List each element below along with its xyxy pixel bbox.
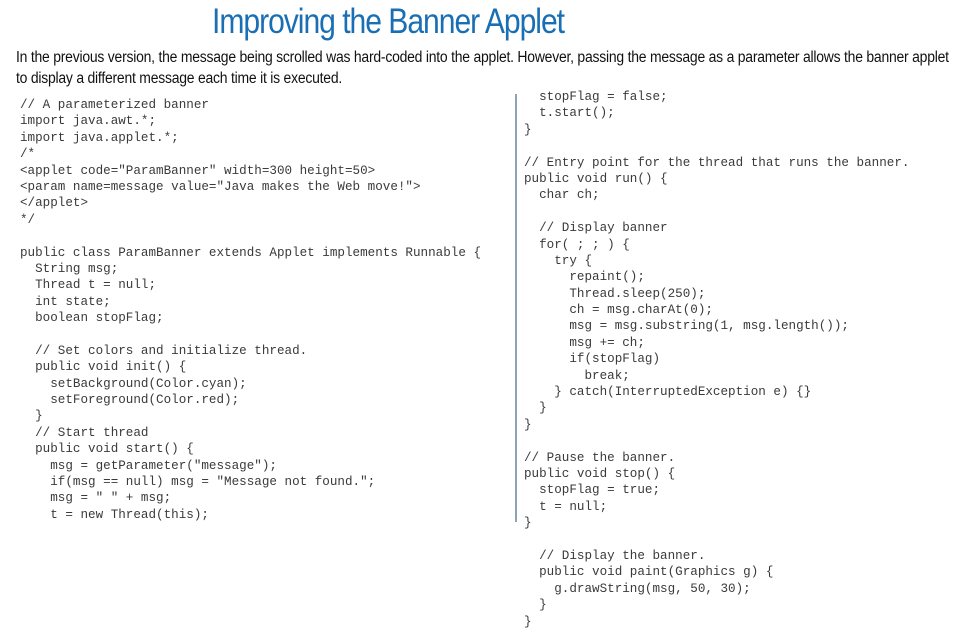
code-line: Thread t = null; — [20, 278, 157, 293]
code-line: break; — [524, 368, 630, 383]
code-line: */ — [20, 212, 36, 227]
code-line: import java.awt.*; — [20, 114, 157, 129]
code-line: public void run() { — [524, 171, 668, 186]
code-line: int state; — [20, 294, 111, 309]
code-line: repaint(); — [524, 270, 645, 285]
code-line: if(msg == null) msg = "Message not found… — [20, 474, 376, 489]
code-line: } — [524, 598, 547, 613]
code-line: boolean stopFlag; — [20, 311, 164, 326]
code-line: import java.applet.*; — [20, 130, 179, 145]
slide-title: Improving the Banner Applet — [212, 2, 565, 41]
code-listing-left: // A parameterized banner import java.awt… — [20, 97, 481, 523]
code-line: // Pause the banner. — [524, 450, 676, 465]
code-line: </applet> — [20, 196, 89, 211]
code-line: t = null; — [524, 499, 608, 514]
code-line: // Display banner — [524, 221, 668, 236]
code-line: ch = msg.charAt(0); — [524, 303, 713, 318]
code-line: setBackground(Color.cyan); — [20, 376, 247, 391]
code-line: try { — [524, 253, 593, 268]
code-line: } — [524, 417, 532, 432]
code-line: t.start(); — [524, 106, 615, 121]
code-line: // A parameterized banner — [20, 98, 209, 112]
code-line: // Start thread — [20, 425, 149, 440]
code-line: msg = " " + msg; — [20, 491, 172, 506]
code-line: } catch(InterruptedException e) {} — [524, 385, 812, 400]
code-line: msg = getParameter("message"); — [20, 458, 277, 473]
code-line: } — [524, 401, 547, 416]
code-line: String msg; — [20, 261, 119, 276]
code-listing-right: stopFlag = false; t.start();} // Entry po… — [524, 89, 909, 630]
code-line: msg = msg.substring(1, msg.length()); — [524, 319, 849, 334]
intro-paragraph: In the previous version, the message bei… — [16, 49, 949, 87]
code-line: /* — [20, 147, 36, 162]
code-line: setForeground(Color.red); — [20, 393, 240, 408]
code-line: <param name=message value="Java makes th… — [20, 179, 421, 194]
code-line: stopFlag = false; — [524, 90, 668, 104]
code-line: Thread.sleep(250); — [524, 286, 706, 301]
code-line: public class ParamBanner extends Applet … — [20, 245, 482, 260]
code-line: <applet code="ParamBanner" width=300 hei… — [20, 163, 376, 178]
code-line: // Display the banner. — [524, 548, 706, 563]
code-line: public void start() { — [20, 442, 194, 457]
code-line: g.drawString(msg, 50, 30); — [524, 581, 751, 596]
code-line: // Entry point for the thread that runs … — [524, 155, 910, 170]
code-line: } — [20, 409, 43, 424]
code-line: if(stopFlag) — [524, 352, 661, 367]
code-line: char ch; — [524, 188, 600, 203]
code-line: // Set colors and initialize thread. — [20, 343, 308, 358]
code-line: stopFlag = true; — [524, 483, 661, 498]
code-line: } — [524, 516, 532, 531]
code-line: public void stop() { — [524, 466, 676, 481]
code-line: } — [524, 614, 532, 629]
code-line: for( ; ; ) { — [524, 237, 630, 252]
code-line: public void paint(Graphics g) { — [524, 565, 774, 580]
code-line: } — [524, 122, 532, 137]
code-line: t = new Thread(this); — [20, 507, 209, 522]
code-line: msg += ch; — [524, 335, 645, 350]
column-divider — [515, 94, 517, 522]
code-line: public void init() { — [20, 360, 187, 375]
